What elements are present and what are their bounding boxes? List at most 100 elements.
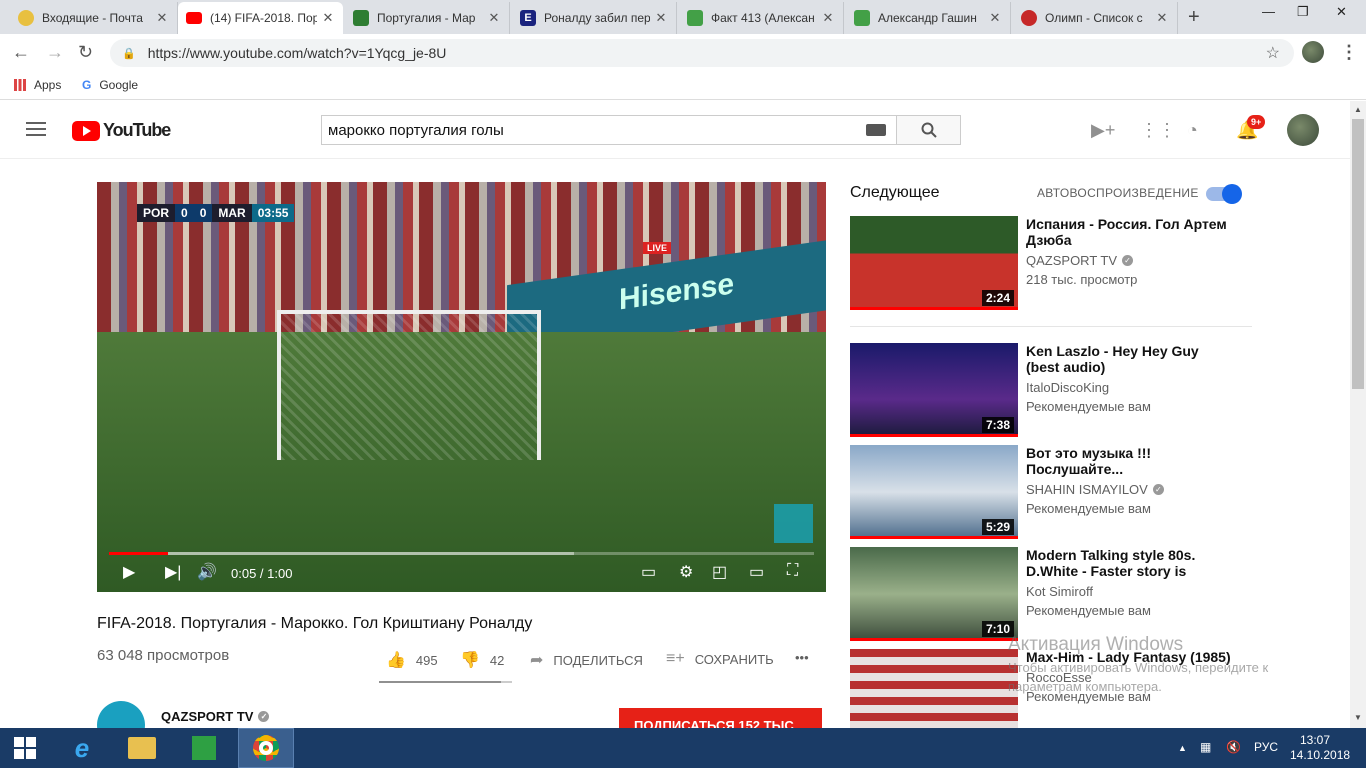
scroll-down-icon[interactable]: ▼ — [1354, 713, 1362, 722]
restore-icon[interactable]: ❐ — [1297, 4, 1309, 20]
close-icon[interactable]: ✕ — [988, 10, 1002, 26]
rec-thumbnail[interactable]: 2:24 — [850, 216, 1018, 310]
search-icon — [921, 122, 937, 138]
new-tab-button[interactable]: + — [1188, 6, 1200, 29]
miniplayer-icon[interactable]: ◰ — [712, 562, 727, 582]
verified-check-icon: ✓ — [1122, 255, 1134, 266]
bookmark-google[interactable]: G Google — [82, 78, 138, 92]
close-icon[interactable]: ✕ — [654, 10, 668, 26]
next-video-icon[interactable]: ▶| — [165, 562, 181, 582]
view-count: 63 048 просмотров — [97, 647, 230, 664]
close-icon[interactable]: ✕ — [487, 10, 501, 26]
rec-title[interactable]: Испания - Россия. Гол Артем Дзюба — [1026, 216, 1234, 248]
store-icon — [192, 736, 216, 760]
reload-icon[interactable]: ↻ — [78, 42, 93, 63]
close-icon[interactable]: ✕ — [821, 10, 835, 26]
forward-icon[interactable]: → — [46, 42, 64, 63]
rec-item[interactable]: 5:29 Вот это музыка !!! Послушайте... SH… — [850, 445, 1250, 539]
subtitles-icon[interactable]: ▭ — [641, 562, 656, 582]
network-icon[interactable]: ▦ — [1200, 740, 1211, 754]
close-icon[interactable]: ✕ — [321, 10, 335, 26]
settings-gear-icon[interactable]: ⚙ — [679, 562, 693, 582]
activation-watermark-title: Активация Windows — [1008, 634, 1184, 655]
rec-thumbnail[interactable]: 7:38 — [850, 343, 1018, 437]
close-window-icon[interactable]: ✕ — [1336, 4, 1347, 20]
rec-title[interactable]: Вот это музыка !!! Послушайте... — [1026, 445, 1234, 477]
divider — [850, 326, 1252, 327]
taskbar-internet-explorer[interactable]: e — [54, 728, 110, 768]
rec-channel-name: QAZSPORT TV — [1026, 253, 1118, 268]
live-badge: LIVE — [643, 242, 672, 254]
progress-bar[interactable] — [109, 552, 814, 555]
youtube-logo[interactable]: YouTube — [72, 120, 171, 141]
messages-icon[interactable]: ◔ — [1187, 120, 1198, 141]
close-icon[interactable]: ✕ — [1155, 10, 1169, 26]
like-button[interactable]: 👍 495 — [386, 650, 438, 670]
sports-favicon-icon — [353, 10, 369, 26]
account-avatar[interactable] — [1287, 114, 1319, 146]
bookmark-star-icon[interactable]: ☆ — [1266, 43, 1280, 63]
rec-thumbnail[interactable]: 5:29 — [850, 445, 1018, 539]
save-button[interactable]: ≡+ СОХРАНИТЬ — [666, 650, 774, 668]
tab-gashin[interactable]: Александр Гашин ✕ — [846, 2, 1011, 34]
dislike-button[interactable]: 👎 42 — [460, 650, 504, 670]
internet-explorer-icon: e — [74, 732, 90, 763]
scroll-up-icon[interactable]: ▲ — [1354, 105, 1362, 114]
youtube-masthead: YouTube марокко португалия голы ▶+ ⋮⋮ ◔ … — [0, 101, 1350, 159]
away-team: MAR — [212, 204, 252, 222]
tab-youtube[interactable]: (14) FIFA-2018. Пор ✕ — [178, 2, 343, 34]
volume-muted-icon[interactable]: 🔇 — [1226, 740, 1241, 754]
rec-title[interactable]: Ken Laszlo - Hey Hey Guy (best audio) — [1026, 343, 1234, 375]
play-icon[interactable]: ▶ — [123, 562, 135, 582]
autoplay-toggle[interactable] — [1206, 184, 1242, 204]
share-button[interactable]: ➦ ПОДЕЛИТЬСЯ — [530, 650, 643, 670]
scroll-thumb[interactable] — [1352, 119, 1364, 389]
tab-ronaldo[interactable]: E Роналду забил пер ✕ — [512, 2, 677, 34]
taskbar-file-explorer[interactable] — [114, 728, 170, 768]
search-button[interactable] — [896, 115, 961, 145]
rec-item[interactable]: 7:10 Modern Talking style 80s. D.White -… — [850, 547, 1250, 641]
apps-grid-icon[interactable]: ⋮⋮ — [1140, 120, 1176, 141]
time-display: 0:05 / 1:00 — [231, 566, 293, 581]
tab-mail[interactable]: Входящие - Почта ✕ — [10, 2, 178, 34]
youtube-play-logo-icon — [72, 120, 100, 141]
taskbar-chrome[interactable] — [238, 728, 294, 768]
rec-thumbnail[interactable]: 7:10 — [850, 547, 1018, 641]
rec-meta: 218 тыс. просмотр — [1026, 272, 1138, 287]
taskbar-store[interactable] — [176, 728, 232, 768]
rec-thumbnail[interactable] — [850, 649, 1018, 728]
minimize-icon[interactable]: — — [1262, 4, 1275, 19]
language-indicator[interactable]: РУС — [1254, 740, 1278, 754]
profile-avatar[interactable] — [1302, 41, 1324, 63]
video-player[interactable]: Hisense POR 0 0 MAR 03:55 LIVE ▶ ▶| 🔊 0:… — [97, 182, 826, 592]
volume-icon[interactable]: 🔊 — [197, 562, 217, 582]
bookmark-label: Apps — [34, 78, 62, 92]
address-bar[interactable]: 🔒 https://www.youtube.com/watch?v=1Yqcg_… — [110, 39, 1294, 67]
keyboard-icon[interactable] — [866, 124, 886, 136]
bookmark-apps[interactable]: Apps — [14, 78, 61, 92]
create-video-icon[interactable]: ▶+ — [1091, 120, 1115, 141]
rec-item[interactable]: 2:24 Испания - Россия. Гол Артем Дзюба Q… — [850, 216, 1250, 316]
start-button[interactable] — [0, 728, 50, 768]
rec-channel-name: Kot Simiroff — [1026, 584, 1093, 599]
fullscreen-icon[interactable]: ⛶ — [787, 562, 798, 580]
close-icon[interactable]: ✕ — [155, 10, 169, 26]
menu-kebab-icon[interactable]: ⋮ — [1340, 42, 1358, 63]
rec-title[interactable]: Modern Talking style 80s. D.White - Fast… — [1026, 547, 1234, 579]
page-scrollbar[interactable]: ▲ ▼ — [1350, 101, 1366, 728]
rec-item[interactable]: 7:38 Ken Laszlo - Hey Hey Guy (best audi… — [850, 343, 1250, 437]
channel-watermark-icon[interactable] — [774, 504, 813, 543]
search-input[interactable]: марокко португалия голы — [321, 115, 897, 145]
tray-expand-icon[interactable]: ▲ — [1178, 743, 1187, 753]
tab-fact[interactable]: Факт 413 (Алексан ✕ — [679, 2, 844, 34]
watched-bar — [850, 536, 1018, 539]
channel-name-link[interactable]: QAZSPORT TV ✓ — [161, 709, 270, 724]
back-icon[interactable]: ← — [12, 42, 30, 63]
system-clock[interactable]: 13:07 14.10.2018 — [1290, 733, 1350, 763]
guide-menu-icon[interactable] — [26, 122, 46, 136]
more-actions-button[interactable]: ••• — [795, 650, 809, 665]
tab-olymp[interactable]: Олимп - Список с ✕ — [1013, 2, 1178, 34]
tab-portugal[interactable]: Португалия - Мар ✕ — [345, 2, 510, 34]
tab-title: Португалия - Мар — [377, 11, 476, 25]
theater-mode-icon[interactable]: ▭ — [749, 562, 764, 582]
